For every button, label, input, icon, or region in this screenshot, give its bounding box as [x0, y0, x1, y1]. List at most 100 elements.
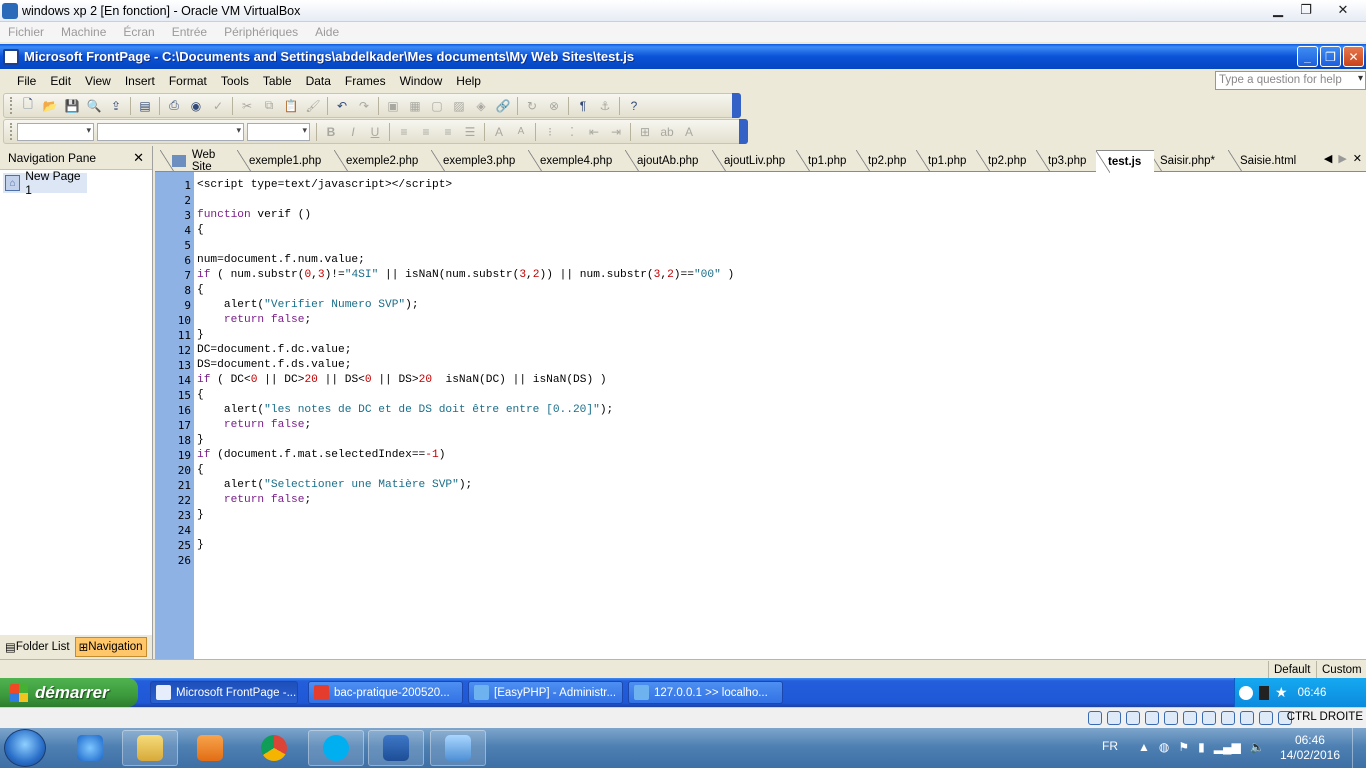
tab-web-site[interactable]: Web Site — [160, 149, 238, 173]
code-line[interactable]: { — [197, 463, 204, 478]
task-localhost[interactable]: 127.0.0.1 >> localho... — [628, 681, 783, 704]
font-size-select[interactable] — [247, 122, 310, 141]
win7-language-indicator[interactable]: FR — [1102, 739, 1118, 753]
toolbar-grip[interactable] — [10, 97, 13, 114]
optical-drive-icon[interactable] — [1107, 711, 1121, 725]
menu-help[interactable]: Help — [456, 74, 481, 88]
taskbar-virtualbox[interactable] — [368, 730, 424, 766]
underline-icon[interactable]: U — [364, 122, 386, 142]
task-easyphp[interactable]: [EasyPHP] - Administr... — [468, 681, 623, 704]
stop-icon[interactable]: ⊗ — [543, 96, 565, 116]
font-color-icon[interactable]: A — [678, 122, 700, 142]
usb-icon[interactable] — [1164, 711, 1178, 725]
tray-app-icon[interactable] — [1259, 685, 1269, 700]
vbox-menu-aide[interactable]: Aide — [315, 25, 339, 39]
volume-icon[interactable]: 🔈 — [1250, 740, 1265, 754]
tab-exemple4[interactable]: exemple4.php — [528, 150, 625, 172]
power-icon[interactable]: ▮ — [1198, 740, 1205, 754]
code-line[interactable]: num=document.f.num.value; — [197, 253, 365, 268]
justify-icon[interactable]: ☰ — [459, 122, 481, 142]
show-all-icon[interactable]: ¶ — [572, 96, 594, 116]
increase-indent-icon[interactable]: ⇥ — [605, 122, 627, 142]
vbox-menu-entree[interactable]: Entrée — [172, 25, 207, 39]
code-line[interactable]: } — [197, 508, 204, 523]
show-hidden-icons-icon[interactable]: ▲ — [1138, 740, 1150, 754]
bookmark-icon[interactable]: ⚓ — [594, 96, 616, 116]
code-line[interactable]: function verif () — [197, 208, 311, 223]
show-desktop-button[interactable] — [1352, 728, 1366, 768]
menu-insert[interactable]: Insert — [125, 74, 155, 88]
tab-test-js[interactable]: test.js — [1096, 150, 1154, 173]
tab-exemple3[interactable]: exemple3.php — [431, 150, 528, 172]
scroll-right-icon[interactable]: ▶ — [1338, 152, 1346, 165]
tray-arrow-icon[interactable] — [1239, 685, 1253, 700]
help-search-input[interactable]: Type a question for help — [1215, 71, 1366, 90]
video-capture-icon[interactable] — [1221, 711, 1235, 725]
undo-icon[interactable]: ↶ — [331, 96, 353, 116]
menu-table[interactable]: Table — [263, 74, 292, 88]
new-page-icon[interactable]: 🗋 — [17, 96, 39, 116]
close-icon[interactable]: ✕ — [133, 150, 144, 166]
toolbar-grip[interactable] — [10, 123, 13, 140]
fp-close-button[interactable]: ✕ — [1343, 46, 1364, 67]
font-select[interactable] — [97, 122, 244, 141]
web-component-icon[interactable]: ▣ — [382, 96, 404, 116]
win7-start-orb[interactable] — [4, 729, 46, 767]
task-bac-pratique[interactable]: bac-pratique-200520... — [308, 681, 463, 704]
bold-icon[interactable]: B — [320, 122, 342, 142]
nav-page-item[interactable]: ⌂ New Page 1 — [3, 169, 87, 197]
insert-picture-icon[interactable]: ▨ — [448, 96, 470, 116]
code-line[interactable]: } — [197, 328, 204, 343]
copy-icon[interactable]: ⧉ — [258, 96, 280, 116]
tab-ajoutliv[interactable]: ajoutLiv.php — [712, 150, 796, 172]
vbox-menu-peripheriques[interactable]: Périphériques — [224, 25, 298, 39]
close-document-icon[interactable]: ✕ — [1353, 152, 1362, 165]
tray-star-icon[interactable]: ★ — [1275, 684, 1288, 701]
toolbar-options-chevron[interactable] — [739, 119, 748, 144]
vbox-menu-ecran[interactable]: Écran — [123, 25, 154, 39]
toggle-pane-icon[interactable]: ▤ — [134, 96, 156, 116]
publish-icon[interactable]: ⇪ — [105, 96, 127, 116]
code-line[interactable]: DC=document.f.dc.value; — [197, 343, 351, 358]
close-button[interactable]: ✕ — [1320, 0, 1366, 20]
style-select[interactable] — [17, 122, 94, 141]
audio-icon[interactable] — [1126, 711, 1140, 725]
code-line[interactable]: DS=document.f.ds.value; — [197, 358, 351, 373]
tab-exemple1[interactable]: exemple1.php — [237, 150, 334, 172]
search-icon[interactable]: 🔍 — [83, 96, 105, 116]
tab-tp2[interactable]: tp2.php — [856, 150, 916, 172]
code-line[interactable]: if (document.f.mat.selectedIndex==-1) — [197, 448, 445, 463]
menu-format[interactable]: Format — [169, 74, 207, 88]
code-line[interactable]: } — [197, 538, 204, 553]
fp-maximize-button[interactable]: ❐ — [1320, 46, 1341, 67]
tab-ajoutab[interactable]: ajoutAb.php — [625, 150, 712, 172]
open-icon[interactable]: 📂 — [39, 96, 61, 116]
code-line[interactable]: if ( DC<0 || DC>20 || DS<0 || DS>20 isNa… — [197, 373, 607, 388]
taskbar-ie[interactable] — [62, 730, 118, 766]
redo-icon[interactable]: ↷ — [353, 96, 375, 116]
minimize-button[interactable]: ▁ — [1264, 0, 1292, 20]
code-line[interactable]: alert("Selectioner une Matière SVP"); — [197, 478, 472, 493]
task-frontpage[interactable]: Microsoft FrontPage -... — [150, 681, 298, 704]
code-editor[interactable]: 1 2 3 4 5 6 7 8 9 10 11 12 13 14 15 16 17 18 19 20 21 22 23 24 2… — [155, 172, 1366, 659]
taskbar-photo-viewer[interactable] — [430, 730, 486, 766]
action-center-flag-icon[interactable]: ⚑ — [1178, 740, 1189, 754]
tab-tp1[interactable]: tp1.php — [796, 150, 856, 172]
tab-tp3[interactable]: tp3.php — [1036, 150, 1096, 172]
align-center-icon[interactable]: ≡ — [415, 122, 437, 142]
menu-view[interactable]: View — [85, 74, 111, 88]
bullets-icon[interactable]: ⁚ — [561, 122, 583, 142]
decrease-font-icon[interactable]: A — [510, 122, 532, 142]
refresh-icon[interactable]: ↻ — [521, 96, 543, 116]
cpu-icon[interactable] — [1240, 711, 1254, 725]
print-icon[interactable]: ⎙ — [163, 96, 185, 116]
menu-data[interactable]: Data — [306, 74, 331, 88]
format-painter-icon[interactable]: 🖌 — [302, 96, 324, 116]
highlight-icon[interactable]: ab — [656, 122, 678, 142]
taskbar-explorer[interactable] — [122, 730, 178, 766]
menu-frames[interactable]: Frames — [345, 74, 386, 88]
code-line[interactable]: <script type=text/javascript></script> — [197, 178, 452, 193]
paste-icon[interactable]: 📋 — [280, 96, 302, 116]
network-signal-icon[interactable]: ▂▄▆ — [1214, 740, 1241, 754]
spelling-icon[interactable]: ✓ — [207, 96, 229, 116]
